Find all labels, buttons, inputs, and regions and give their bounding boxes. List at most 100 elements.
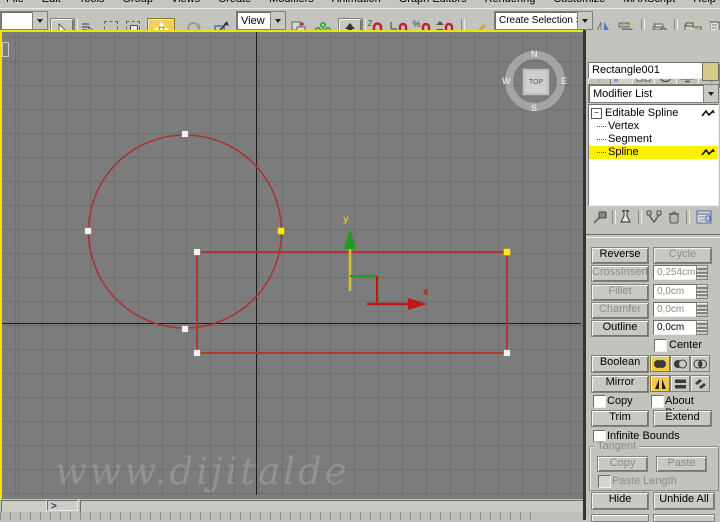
tangent-copy-button[interactable]: Copy: [597, 456, 648, 472]
viewport-top[interactable]: y x N S W E TOP www.dijitalde: [0, 30, 587, 501]
status-row: >: [0, 499, 584, 513]
center-checkbox[interactable]: [654, 339, 667, 352]
rectangle-spline[interactable]: [196, 251, 508, 354]
crossinsert-spinner-arrows[interactable]: [696, 265, 708, 280]
collapse-box-icon[interactable]: −: [591, 108, 602, 119]
object-color-swatch[interactable]: [702, 62, 719, 81]
tangent-group-label: Tangent: [594, 441, 640, 452]
vertex-handle[interactable]: [193, 349, 201, 357]
cut-off-button-left[interactable]: [591, 514, 649, 522]
menu-animation[interactable]: Animation: [332, 0, 381, 5]
trim-button[interactable]: Trim: [591, 410, 649, 427]
mirror-horizontal-button[interactable]: [650, 375, 670, 392]
chevron-down-icon[interactable]: [270, 12, 285, 29]
menu-views[interactable]: Views: [171, 0, 200, 5]
configure-modifier-sets-button[interactable]: [696, 210, 712, 224]
stack-row-spline-selected[interactable]: Spline: [589, 146, 718, 159]
snap-2d-label: 2: [367, 18, 373, 28]
vertex-handle[interactable]: [181, 325, 189, 333]
outline-spinner[interactable]: 0,0cm: [653, 320, 700, 335]
cycle-button[interactable]: Cycle: [653, 247, 712, 264]
menu-file[interactable]: File: [6, 0, 24, 5]
vertex-handle[interactable]: [503, 349, 511, 357]
fillet-button[interactable]: Fillet: [591, 284, 649, 301]
chamfer-spinner[interactable]: 0,0cm: [653, 302, 700, 317]
crossinsert-button[interactable]: CrossInsert: [591, 265, 649, 282]
flask-icon: [620, 210, 631, 223]
viewcube-top-face[interactable]: TOP: [522, 68, 550, 96]
circle-spline[interactable]: [87, 134, 283, 329]
first-vertex-handle[interactable]: [277, 227, 285, 235]
boolean-intersection-button[interactable]: [690, 355, 710, 372]
menu-maxscript[interactable]: MAXScript: [623, 0, 675, 5]
boolean-button[interactable]: Boolean: [591, 355, 649, 373]
fillet-spinner[interactable]: 0,0cm: [653, 284, 700, 299]
stack-row-segment[interactable]: Segment: [589, 133, 718, 146]
menu-tools[interactable]: Tools: [79, 0, 105, 5]
configure-sets-icon: [696, 210, 712, 224]
menu-help[interactable]: Help: [693, 0, 716, 5]
chamfer-button[interactable]: Chamfer: [591, 302, 649, 319]
vertex-handle[interactable]: [84, 227, 92, 235]
pushpin-icon: [593, 211, 607, 224]
paste-length-checkbox[interactable]: [598, 475, 611, 488]
fillet-spinner-arrows[interactable]: [696, 284, 708, 299]
menu-create[interactable]: Create: [218, 0, 251, 5]
menu-group[interactable]: Group: [122, 0, 153, 5]
toolbar-separator: [686, 210, 690, 224]
vertex-handle[interactable]: [181, 130, 189, 138]
stack-item-label: Vertex: [608, 120, 640, 132]
viewcube-e-label[interactable]: E: [561, 76, 567, 86]
object-name-value: Rectangle001: [592, 64, 660, 76]
object-name-field[interactable]: Rectangle001: [588, 62, 704, 79]
named-selection-set-combo[interactable]: Create Selection Se: [494, 11, 593, 30]
pin-stack-button[interactable]: [593, 210, 608, 224]
crossinsert-spinner[interactable]: 0,254cm: [653, 265, 700, 280]
remove-modifier-button[interactable]: [668, 210, 680, 224]
mirror-button[interactable]: Mirror: [591, 375, 649, 393]
stack-item-label: Spline: [608, 146, 639, 158]
chevron-down-icon[interactable]: [32, 12, 47, 29]
vertex-handle[interactable]: [193, 248, 201, 256]
viewcube-w-label[interactable]: W: [502, 76, 511, 86]
viewcube[interactable]: N S W E TOP: [502, 49, 567, 113]
stack-item-label: Segment: [608, 133, 653, 145]
extend-button[interactable]: Extend: [653, 410, 712, 427]
mirror-both-button[interactable]: [690, 375, 710, 392]
chevron-down-icon[interactable]: [577, 12, 592, 29]
listener-prompt-cell[interactable]: >: [47, 500, 78, 512]
boolean-union-icon: [654, 359, 666, 368]
make-unique-button[interactable]: [646, 210, 662, 224]
menu-graph-editors[interactable]: Graph Editors: [399, 0, 467, 5]
viewcube-n-label[interactable]: N: [531, 49, 538, 59]
chamfer-spinner-arrows[interactable]: [696, 302, 708, 317]
outline-spinner-arrows[interactable]: [696, 320, 708, 335]
menu-customize[interactable]: Customize: [553, 0, 605, 5]
show-end-result-button[interactable]: [619, 210, 632, 224]
spline-shapes: [84, 130, 511, 357]
boolean-union-button[interactable]: [650, 355, 670, 372]
reference-coordinate-system-combo[interactable]: View: [236, 11, 286, 30]
about-pivot-checkbox[interactable]: [651, 395, 664, 408]
viewcube-s-label[interactable]: S: [531, 103, 537, 113]
cut-off-button-right[interactable]: [653, 514, 715, 522]
unhide-all-button[interactable]: Unhide All: [653, 492, 715, 510]
track-bar[interactable]: [0, 512, 583, 520]
chevron-down-icon[interactable]: [703, 85, 718, 102]
selection-filter-combo[interactable]: [0, 11, 48, 30]
stack-row-editable-spline[interactable]: − Editable Spline: [589, 107, 718, 120]
reverse-button[interactable]: Reverse: [591, 247, 649, 264]
copy-checkbox[interactable]: [593, 395, 606, 408]
move-gizmo[interactable]: [344, 229, 427, 310]
outline-button[interactable]: Outline: [591, 320, 649, 337]
mirror-vertical-button[interactable]: [670, 375, 690, 392]
tangent-paste-button[interactable]: Paste: [656, 456, 707, 472]
modifier-list-combo[interactable]: Modifier List: [588, 84, 719, 103]
stack-row-vertex[interactable]: Vertex: [589, 120, 718, 133]
boolean-subtraction-button[interactable]: [670, 355, 690, 372]
menu-edit[interactable]: Edit: [42, 0, 61, 5]
hide-button[interactable]: Hide: [591, 492, 649, 510]
first-vertex-handle[interactable]: [503, 248, 511, 256]
menu-rendering[interactable]: Rendering: [485, 0, 536, 5]
menu-modifiers[interactable]: Modifiers: [269, 0, 314, 5]
